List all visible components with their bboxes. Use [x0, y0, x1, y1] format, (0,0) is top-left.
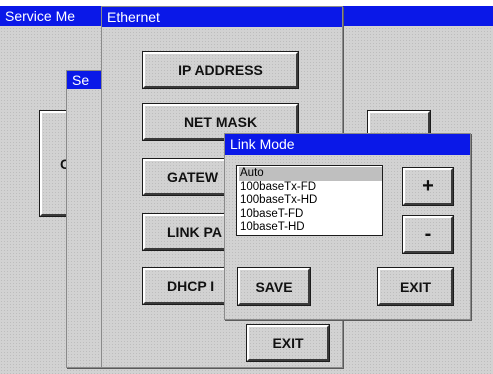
link-mode-dialog: Link Mode Auto 100baseTx-FD 100baseTx-HD… [224, 133, 471, 320]
dhcp-label: DHCP I [167, 278, 215, 294]
ip-address-label: IP ADDRESS [178, 62, 263, 78]
minus-label: - [424, 223, 432, 245]
minus-button[interactable]: - [402, 215, 454, 254]
plus-button[interactable]: + [402, 167, 454, 206]
link-mode-option-100basetx-hd[interactable]: 100baseTx-HD [239, 194, 382, 208]
ethernet-title: Ethernet [102, 7, 342, 27]
link-mode-option-auto[interactable]: Auto [239, 167, 382, 181]
net-mask-label: NET MASK [183, 114, 258, 130]
ethernet-exit-label: EXIT [272, 335, 304, 351]
gateway-label: GATEW [167, 169, 219, 185]
link-mode-option-10baset-fd[interactable]: 10baseT-FD [239, 208, 382, 222]
link-mode-exit-label: EXIT [399, 278, 432, 295]
link-params-label: LINK PA [167, 224, 222, 240]
save-button[interactable]: SAVE [237, 267, 311, 306]
link-mode-option-10baset-hd[interactable]: 10baseT-HD [239, 221, 382, 235]
link-mode-title: Link Mode [225, 134, 470, 155]
link-mode-exit-button[interactable]: EXIT [377, 267, 454, 306]
link-mode-option-100basetx-fd[interactable]: 100baseTx-FD [239, 181, 382, 195]
link-mode-list[interactable]: Auto 100baseTx-FD 100baseTx-HD 10baseT-F… [236, 165, 383, 236]
ethernet-exit-button[interactable]: EXIT [246, 324, 330, 362]
save-label: SAVE [255, 278, 293, 295]
plus-label: + [422, 175, 434, 197]
ip-address-button[interactable]: IP ADDRESS [142, 51, 299, 89]
